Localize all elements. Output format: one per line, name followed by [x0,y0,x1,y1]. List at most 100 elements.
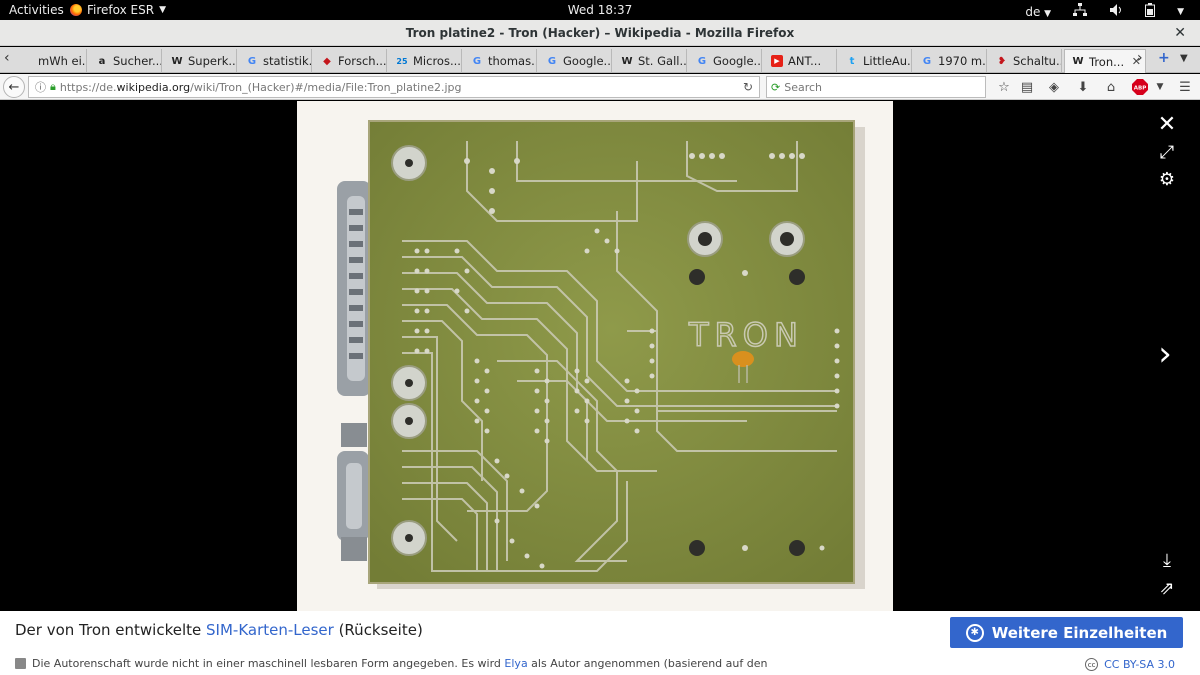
activities-button[interactable]: Activities [9,3,64,17]
tab-label: Google... [713,54,762,68]
tab-14[interactable]: W Tron... ✕ [1064,49,1146,73]
menu-hamburger-icon[interactable]: ☰ [1175,77,1195,97]
navigation-bar: ← ⓘ 🔒︎ https://de.wikipedia.org/wiki/Tro… [0,74,1200,100]
volume-icon[interactable] [1109,3,1123,20]
network-icon[interactable] [1073,3,1088,20]
commons-icon: ✱ [965,623,984,642]
tab-8[interactable]: W St. Gall... [614,49,687,73]
twitter-icon: t [849,55,855,67]
tab-5[interactable]: 25 Micros... [389,49,462,73]
info-icon[interactable]: ⓘ [35,79,46,95]
amazon-icon: a [98,55,106,67]
tab-10[interactable]: ▶ ANT... [764,49,837,73]
bookmark-star-icon[interactable]: ☆ [994,77,1014,97]
caret-down-icon: ▼ [1044,8,1052,19]
google-icon: G [472,55,482,67]
media-viewer: TRON ✕ ⤢ ⚙ › ⤓ ⇗ [0,101,1200,611]
attribution-line: Die Autorenschaft wurde nicht in einer m… [15,657,767,670]
attribution-suffix: als Autor angenommen (basierend auf den [527,657,768,670]
adblock-icon[interactable]: ABP [1130,77,1150,97]
wikipedia-icon: W [621,55,633,67]
url-path: /wiki/Tron_(Hacker)#/media/File:Tron_pla… [190,80,462,94]
settings-gear-icon[interactable]: ⚙ [1154,166,1180,192]
close-viewer-icon[interactable]: ✕ [1154,111,1180,137]
tab-4[interactable]: ◆ Forsch... [314,49,387,73]
home-icon[interactable]: ⌂ [1101,77,1121,97]
more-details-button[interactable]: ✱ Weitere Einzelheiten [950,617,1183,648]
more-details-label: Weitere Einzelheiten [991,623,1168,642]
description-text: Der von Tron entwickelte [15,621,207,639]
search-engine-icon[interactable]: ⟳ [771,81,780,94]
url-bar[interactable]: ⓘ 🔒︎ https://de.wikipedia.org/wiki/Tron_… [28,76,760,98]
attribution-text: Die Autorenschaft wurde nicht in einer m… [32,657,505,670]
tab-9[interactable]: G Google... [689,49,762,73]
pcb-image: TRON [337,120,865,589]
translate-icon: G [547,55,557,67]
svg-text:ABP: ABP [1134,86,1146,92]
battery-icon[interactable] [1145,3,1156,20]
adblock-caret-icon[interactable]: ▼ [1150,77,1170,97]
tab-1[interactable]: a Sucher... [89,49,162,73]
tab-0[interactable]: mWh ei... [14,49,87,73]
tab-13[interactable]: ❥ Schaltu... [989,49,1062,73]
window-title: Tron platine2 - Tron (Hacker) – Wikipedi… [405,26,795,40]
info-box-icon [15,658,26,669]
media-caption-panel: Der von Tron entwickelte SIM-Karten-Lese… [0,611,1200,675]
url-host: wikipedia.org [116,80,191,94]
tab-label: Forsch... [338,54,387,68]
tab-label: thomas... [488,54,537,68]
tab-label: Google... [563,54,612,68]
tab-label: St. Gall... [638,54,687,68]
tab-12[interactable]: G 1970 m... [914,49,987,73]
back-button[interactable]: ← [3,76,25,98]
license-label: CC BY-SA 3.0 [1104,658,1175,671]
share-icon[interactable]: ⇗ [1154,575,1180,601]
tab-11[interactable]: t LittleAu... [839,49,912,73]
tab-2[interactable]: W Superk... [164,49,237,73]
url-prefix: https://de. [59,80,117,94]
tab-label: Micros... [413,54,461,68]
search-input[interactable]: ⟳ Search [766,76,986,98]
pcb-photo: TRON [297,101,893,611]
sim-reader-link[interactable]: SIM-Karten-Leser [206,621,334,639]
window-close-icon[interactable]: ✕ [1174,20,1186,46]
app-menu[interactable]: Firefox ESR ▼ [70,3,166,17]
download-arrow-icon[interactable]: ⬇ [1073,77,1093,97]
reading-list-icon[interactable]: ▤ [1017,77,1037,97]
tab-3[interactable]: Gstatistik... [239,49,312,73]
author-link[interactable]: Elya [504,657,527,670]
tab-list-icon[interactable]: ▼ [1180,53,1188,64]
tab-label: Superk... [188,54,237,68]
fullscreen-icon[interactable]: ⤢ [1154,139,1180,165]
tab-label: LittleAu... [863,54,911,68]
keyboard-layout-label: de [1025,4,1041,19]
clock[interactable]: Wed 18:37 [568,3,633,17]
page-icon [21,55,33,67]
tab-label: Tron... [1089,54,1125,69]
calendar-icon: 25 [396,56,408,66]
shield-icon[interactable]: ◈ [1044,77,1064,97]
keyboard-layout[interactable]: de ▼ [1025,5,1051,19]
image-description: Der von Tron entwickelte SIM-Karten-Lese… [15,621,423,639]
description-suffix: (Rückseite) [333,621,423,639]
license-link[interactable]: cc CC BY-SA 3.0 [1085,658,1175,671]
next-image-icon[interactable]: › [1152,334,1178,374]
reload-icon[interactable]: ↻ [743,80,753,94]
tabs-scroll-left-icon[interactable]: ‹ [4,50,10,66]
tab-label: statistik... [263,54,312,68]
firefox-icon [70,4,82,16]
site-icon: ◆ [323,55,331,67]
new-tab-icon[interactable]: + [1158,50,1170,66]
site-icon: ❥ [997,55,1007,67]
system-menu-caret-icon[interactable]: ▼ [1177,7,1184,17]
cc-icon: cc [1085,658,1099,671]
google-icon: G [247,55,257,67]
download-icon[interactable]: ⤓ [1154,547,1180,573]
pcb-logo-text: TRON [688,316,804,354]
tabs-scroll-right-icon[interactable]: › [1137,50,1143,66]
tab-6[interactable]: Gthomas... [464,49,537,73]
lock-icon[interactable]: 🔒︎ [50,80,56,94]
tab-7[interactable]: G Google... [539,49,612,73]
tab-label: Schaltu... [1013,54,1062,68]
back-arrow-icon: ← [8,79,20,95]
